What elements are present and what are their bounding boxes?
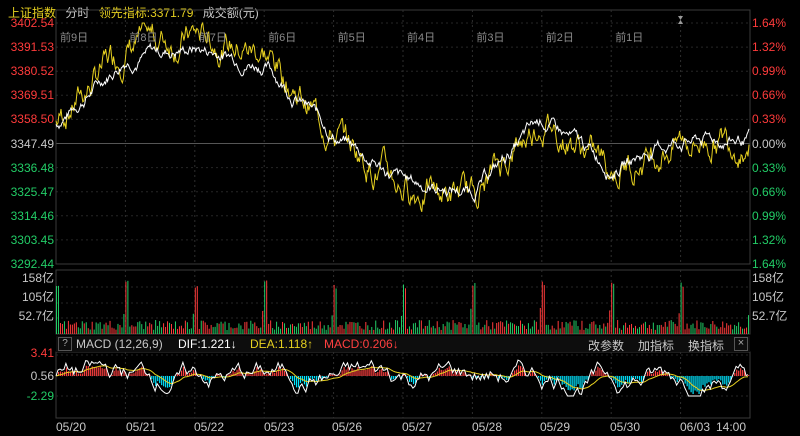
day-label: 前7日 [198, 32, 227, 44]
help-icon[interactable]: ? [58, 337, 72, 351]
day-label: 前3日 [476, 32, 505, 44]
date-label: 06/03 [680, 420, 711, 434]
day-label: 前2日 [545, 32, 574, 44]
date-label: 05/27 [402, 420, 433, 434]
down-arrow-icon: ↓ [230, 337, 237, 351]
close-icon[interactable]: × [734, 337, 748, 351]
dif-value: DIF:1.221↓ [178, 337, 237, 351]
volume-axis-label: 158亿 [752, 271, 785, 285]
percent-axis-label: 0.99% [752, 64, 787, 79]
price-axis-label: 3292.44 [10, 257, 54, 271]
price-axis-label: 3369.51 [10, 88, 54, 103]
percent-axis-label: 0.33% [752, 112, 787, 127]
percent-axis-label: 1.64% [752, 257, 787, 271]
volume-axis-label: 105亿 [21, 290, 54, 304]
price-axis-label: 3380.52 [10, 64, 54, 79]
percent-axis-label: 0.99% [752, 208, 787, 223]
day-label: 前4日 [407, 32, 436, 44]
day-label: 前6日 [268, 32, 297, 44]
price-axis-label: 3347.49 [10, 136, 54, 151]
price-line [55, 42, 750, 204]
percent-axis-label: 1.32% [752, 232, 787, 247]
dea-value: DEA:1.118↑ [250, 337, 313, 351]
date-label: 05/29 [540, 420, 571, 434]
date-label: 05/26 [332, 420, 363, 434]
date-label: 05/21 [126, 420, 157, 434]
day-label: 前9日 [60, 32, 89, 44]
price-axis-label: 3358.50 [10, 112, 54, 127]
percent-axis-label: 1.32% [752, 40, 787, 55]
day-label: 前5日 [337, 32, 366, 44]
macd-text: MACD:0.206 [324, 337, 393, 351]
day-label: 前1日 [615, 32, 644, 44]
macd-axis-label: 3.41 [30, 346, 54, 360]
price-axis-label: 3303.45 [10, 232, 54, 247]
date-label: 05/20 [56, 420, 87, 434]
date-label: 05/22 [194, 420, 225, 434]
up-arrow-icon: ↑ [307, 337, 314, 351]
macd-header: ? MACD (12,26,9) DIF:1.221↓ DEA:1.118↑ M… [56, 336, 750, 354]
percent-axis-label: 0.33% [752, 160, 787, 175]
date-label: 05/23 [264, 420, 295, 434]
macd-axis-label: -2.29 [26, 389, 54, 403]
percent-axis-label: 1.64% [752, 16, 787, 30]
volume-axis-label: 105亿 [752, 290, 785, 304]
date-label: 14:00 [716, 420, 747, 434]
day-label: 前8日 [129, 32, 158, 44]
dif-text: DIF:1.221 [178, 337, 231, 351]
volume-axis-label: 52.7亿 [18, 309, 54, 323]
date-label: 05/30 [610, 420, 641, 434]
dea-text: DEA:1.118 [250, 337, 308, 351]
macd-axis-label: 0.56 [30, 369, 54, 383]
chart-canvas[interactable] [0, 0, 800, 436]
percent-axis-label: 0.66% [752, 184, 787, 199]
macd-value: MACD:0.206↓ [324, 337, 399, 351]
change-params-button[interactable]: 改参数 [588, 337, 624, 354]
switch-indicator-button[interactable]: 换指标 [688, 337, 724, 354]
volume-axis-label: 158亿 [21, 271, 54, 285]
date-label: 05/28 [472, 420, 503, 434]
price-axis-label: 3314.46 [10, 208, 54, 223]
price-axis-label: 3402.54 [10, 16, 54, 30]
volume-axis-label: 52.7亿 [752, 309, 788, 323]
percent-axis-label: 0.00% [752, 136, 787, 151]
add-indicator-button[interactable]: 加指标 [638, 337, 674, 354]
macd-title: MACD (12,26,9) [76, 337, 163, 351]
price-axis-label: 3336.48 [10, 160, 54, 175]
percent-axis-label: 0.66% [752, 88, 787, 103]
down-arrow-icon: ↓ [392, 337, 399, 351]
price-axis-label: 3391.53 [10, 40, 54, 55]
price-axis-label: 3325.47 [10, 184, 54, 199]
